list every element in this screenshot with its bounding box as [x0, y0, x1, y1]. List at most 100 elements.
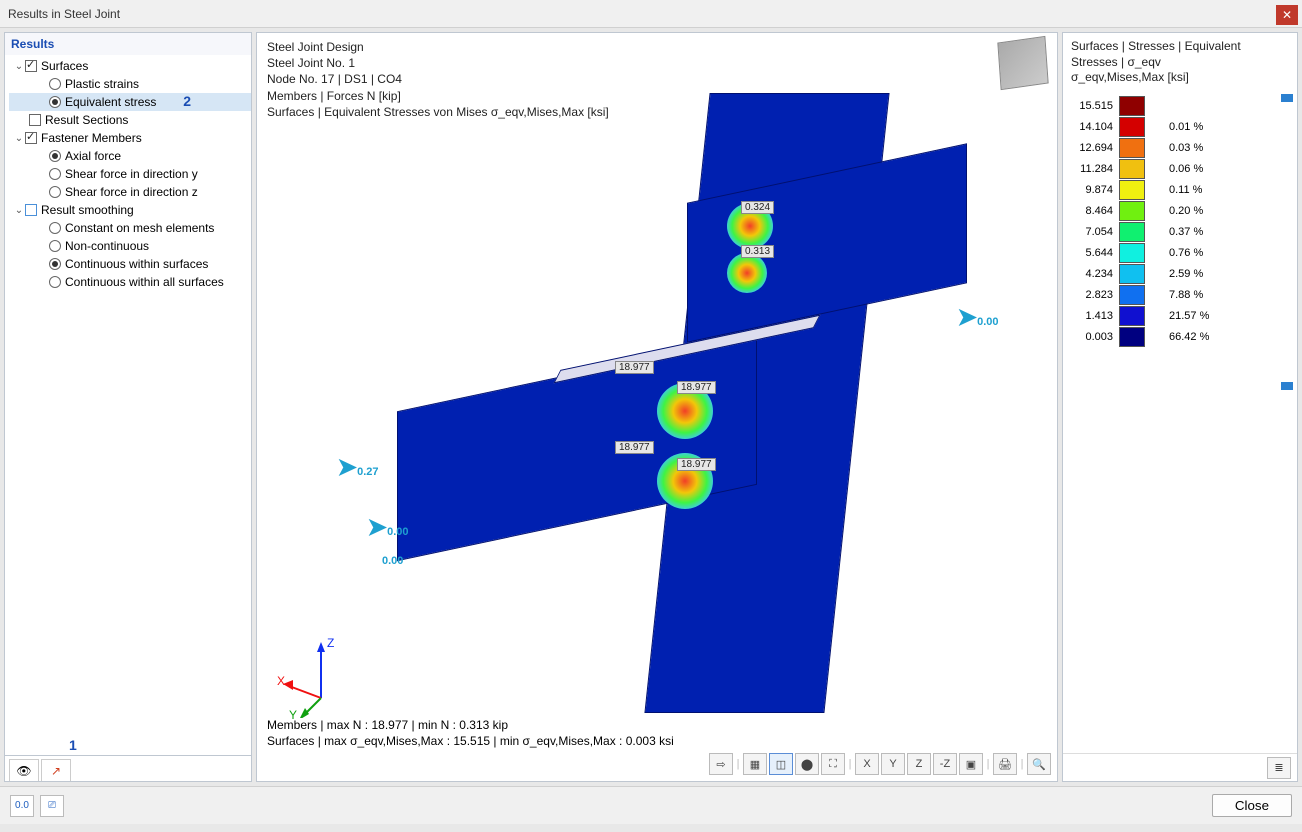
radio-smooth-constant[interactable] — [49, 222, 61, 234]
separator: | — [1019, 753, 1025, 775]
checkbox-fastener[interactable] — [25, 132, 37, 144]
radio-plastic-strains[interactable] — [49, 78, 61, 90]
footer-tool-2[interactable]: ⎚ — [40, 795, 64, 817]
legend-swatch — [1119, 138, 1145, 158]
left-view-tabs: 👁 ↗ — [5, 755, 251, 781]
viewport-3d[interactable]: Steel Joint Design Steel Joint No. 1 Nod… — [256, 32, 1058, 782]
close-button[interactable]: Close — [1212, 794, 1292, 817]
tree-label: Result Sections — [45, 113, 128, 127]
tree-label: Shear force in direction z — [65, 185, 198, 199]
fea-label: 18.977 — [615, 361, 654, 374]
tool-view-minus-z[interactable]: -Z — [933, 753, 957, 775]
tree-result-smoothing[interactable]: ⌄ Result smoothing — [9, 201, 251, 219]
tool-fit[interactable]: ⛶ — [821, 753, 845, 775]
legend-swatch — [1119, 222, 1145, 242]
legend-percent: 0.11 % — [1169, 184, 1202, 196]
fea-label: 0.324 — [741, 201, 774, 214]
legend-value: 4.234 — [1071, 268, 1119, 280]
legend-value: 15.515 — [1071, 100, 1119, 112]
tool-print[interactable]: 🖨 — [993, 753, 1017, 775]
tree-smooth-noncont[interactable]: Non-continuous — [9, 237, 251, 255]
tree-axial-force[interactable]: Axial force — [9, 147, 251, 165]
legend-swatch — [1119, 96, 1145, 116]
window-close-button[interactable]: ✕ — [1276, 5, 1298, 25]
tool-iso[interactable]: ▣ — [959, 753, 983, 775]
main-row: Results ⌄ Surfaces Plastic strains Equiv… — [0, 28, 1302, 786]
legend-percent: 0.06 % — [1169, 163, 1203, 175]
stats-line: Members | max N : 18.977 | min N : 0.313… — [267, 717, 1047, 733]
tree-smooth-constant[interactable]: Constant on mesh elements — [9, 219, 251, 237]
legend-row: 5.6440.76 % — [1071, 243, 1289, 264]
tree-label: Plastic strains — [65, 77, 139, 91]
radio-smooth-within-all[interactable] — [49, 276, 61, 288]
tree-equivalent-stress[interactable]: Equivalent stress 2 — [9, 93, 251, 111]
axis-z: Z — [327, 636, 334, 650]
dialog-footer: 0.0 ⎚ Close — [0, 786, 1302, 824]
radio-equivalent-stress[interactable] — [49, 96, 61, 108]
separator: | — [735, 753, 741, 775]
slider-handle-bottom[interactable] — [1281, 382, 1293, 390]
legend-swatch — [1119, 327, 1145, 347]
legend-row: 14.1040.01 % — [1071, 117, 1289, 138]
tree-result-sections[interactable]: Result Sections — [9, 111, 251, 129]
tab-eye[interactable]: 👁 — [9, 759, 39, 781]
footer-tool-1[interactable]: 0.0 — [10, 795, 34, 817]
tree-surfaces[interactable]: ⌄ Surfaces — [9, 57, 251, 75]
legend-title: Surfaces | Stresses | Equivalent Stresse… — [1071, 39, 1289, 70]
legend-percent: 0.03 % — [1169, 142, 1203, 154]
tree-smooth-within-surfaces[interactable]: Continuous within surfaces — [9, 255, 251, 273]
tree-smooth-within-all[interactable]: Continuous within all surfaces — [9, 273, 251, 291]
checkbox-result-sections[interactable] — [29, 114, 41, 126]
chevron-down-icon[interactable]: ⌄ — [13, 133, 25, 144]
legend-swatch — [1119, 180, 1145, 200]
tool-view-x[interactable]: X — [855, 753, 879, 775]
checkbox-surfaces[interactable] — [25, 60, 37, 72]
radio-shear-y[interactable] — [49, 168, 61, 180]
fea-label: 18.977 — [677, 458, 716, 471]
legend-value: 9.874 — [1071, 184, 1119, 196]
legend-row: 11.2840.06 % — [1071, 159, 1289, 180]
chevron-down-icon[interactable]: ⌄ — [13, 61, 25, 72]
radio-smooth-noncont[interactable] — [49, 240, 61, 252]
legend-toolbar: ≣ — [1063, 753, 1297, 781]
tool-solid[interactable]: ⬤ — [795, 753, 819, 775]
tree-fastener-members[interactable]: ⌄ Fastener Members — [9, 129, 251, 147]
legend-header: Surfaces | Stresses | Equivalent Stresse… — [1063, 33, 1297, 92]
separator: | — [847, 753, 853, 775]
legend-row: 1.41321.57 % — [1071, 306, 1289, 327]
nav-cube[interactable] — [997, 36, 1048, 90]
tool-view-y[interactable]: Y — [881, 753, 905, 775]
legend-row: 0.00366.42 % — [1071, 327, 1289, 348]
radio-axial-force[interactable] — [49, 150, 61, 162]
legend-percent: 0.37 % — [1169, 226, 1203, 238]
legend-slider[interactable] — [1281, 92, 1293, 390]
legend-row: 15.515 — [1071, 96, 1289, 117]
legend-subtitle: σ_eqv,Mises,Max [ksi] — [1071, 70, 1289, 86]
heading-line: Steel Joint Design — [267, 39, 609, 55]
radio-shear-z[interactable] — [49, 186, 61, 198]
legend-percent: 0.20 % — [1169, 205, 1203, 217]
tree-label: Equivalent stress — [65, 95, 156, 109]
tool-surface[interactable]: ◫ — [769, 753, 793, 775]
tree-shear-y[interactable]: Shear force in direction y — [9, 165, 251, 183]
tool-arrow[interactable]: ⇨ — [709, 753, 733, 775]
checkbox-smoothing[interactable] — [25, 204, 37, 216]
viewport-toolbar: ⇨ | ▦ ◫ ⬤ ⛶ | X Y Z -Z ▣ | 🖨 | 🔍 — [709, 753, 1051, 777]
tree-shear-z[interactable]: Shear force in direction z — [9, 183, 251, 201]
legend-settings-button[interactable]: ≣ — [1267, 757, 1291, 779]
legend-row: 2.8237.88 % — [1071, 285, 1289, 306]
tool-view-z[interactable]: Z — [907, 753, 931, 775]
separator: | — [985, 753, 991, 775]
tree-label: Result smoothing — [41, 203, 134, 217]
slider-handle-top[interactable] — [1281, 94, 1293, 102]
tree-plastic-strains[interactable]: Plastic strains — [9, 75, 251, 93]
tab-graph[interactable]: ↗ — [41, 759, 71, 781]
chevron-down-icon[interactable]: ⌄ — [13, 205, 25, 216]
legend-row: 7.0540.37 % — [1071, 222, 1289, 243]
tool-grid[interactable]: ▦ — [743, 753, 767, 775]
radio-smooth-within-surfaces[interactable] — [49, 258, 61, 270]
tool-zoom[interactable]: 🔍 — [1027, 753, 1051, 775]
legend-body: 15.51514.1040.01 %12.6940.03 %11.2840.06… — [1063, 92, 1297, 753]
legend-value: 2.823 — [1071, 289, 1119, 301]
graph-icon: ↗ — [51, 764, 61, 778]
